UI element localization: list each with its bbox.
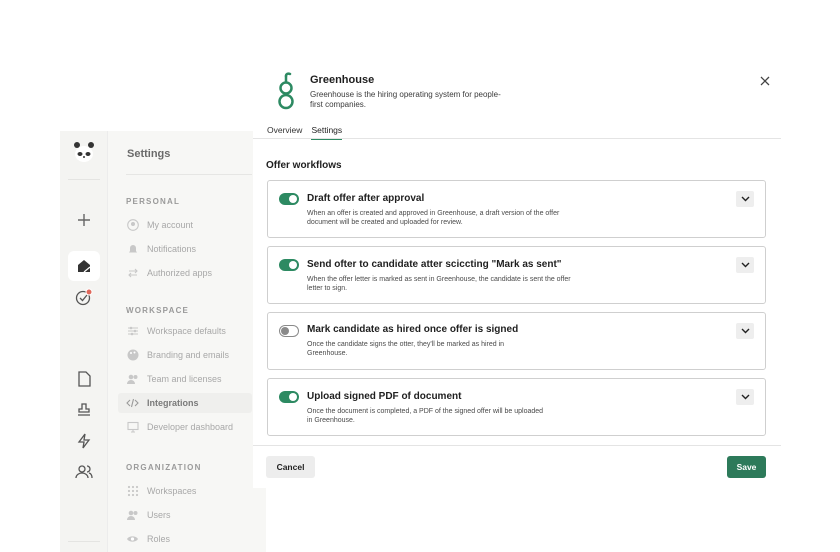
- expand-button[interactable]: [736, 191, 754, 207]
- sidebar-item-label: Team and licenses: [147, 374, 222, 384]
- workflow-card-send-offer: Send ofter to candidate atter sciccting …: [267, 246, 766, 304]
- workflow-title: Mark candidate as hired once offer is si…: [307, 324, 519, 335]
- stamp-icon[interactable]: [74, 400, 94, 420]
- sidebar-item-workspace-defaults[interactable]: Workspace defaults: [126, 321, 252, 341]
- upload-pdf-toggle[interactable]: [279, 391, 299, 403]
- sidebar-item-label: Integrations: [147, 398, 199, 408]
- sidebar-item-label: Authorized apps: [147, 268, 213, 278]
- sidebar-item-integrations[interactable]: Integrations: [118, 393, 252, 413]
- sidebar-item-my-account[interactable]: My account: [126, 215, 252, 235]
- document-icon[interactable]: [74, 369, 94, 389]
- user-circle-icon: [126, 219, 139, 232]
- sidebar-item-team-and-licenses[interactable]: Team and licenses: [126, 369, 252, 389]
- send-offer-toggle[interactable]: [279, 259, 299, 271]
- close-icon: [760, 76, 770, 86]
- workflow-description: Once the candidate signs the otter, they…: [307, 341, 505, 357]
- team-icon[interactable]: [74, 462, 94, 482]
- app-description: Greenhouse is the hiring operating syste…: [310, 90, 501, 109]
- panda-logo-icon[interactable]: [73, 141, 95, 163]
- monitor-icon: [126, 421, 139, 434]
- sidebar-item-developer-dashboard[interactable]: Developer dashboard: [126, 417, 252, 437]
- sidebar-item-label: Notifications: [147, 244, 197, 254]
- expand-button[interactable]: [736, 257, 754, 273]
- integration-modal: Greenhouse Greenhouse is the hiring oper…: [253, 62, 781, 488]
- sidebar-item-label: Workspaces: [147, 486, 197, 496]
- sidebar-item-workspaces[interactable]: Workspaces: [126, 481, 252, 501]
- expand-button[interactable]: [736, 389, 754, 405]
- chevron-down-icon: [741, 196, 749, 202]
- rail-divider: [68, 179, 100, 180]
- workflow-title: Upload signed PDF of document: [307, 391, 462, 402]
- eye-icon: [126, 533, 139, 546]
- sidebar-item-label: Workspace defaults: [147, 326, 226, 336]
- swap-arrows-icon: [126, 267, 139, 280]
- workflow-card-mark-hired: Mark candidate as hired once offer is si…: [267, 312, 766, 370]
- toggle-knob: [289, 195, 297, 203]
- plus-icon[interactable]: [74, 210, 94, 230]
- footer-divider: [253, 445, 781, 446]
- toggle-knob: [281, 326, 289, 335]
- workflow-title: Draft offer after approval: [307, 193, 425, 204]
- sidebar-item-label: My account: [147, 220, 194, 230]
- chevron-down-icon: [741, 328, 749, 334]
- lightning-icon[interactable]: [74, 431, 94, 451]
- offer-workflows-title: Offer workflows: [266, 160, 342, 171]
- cancel-button[interactable]: Cancel: [266, 456, 315, 478]
- sidebar-item-authorized-apps[interactable]: Authorized apps: [126, 263, 252, 283]
- app-name: Greenhouse: [310, 74, 375, 86]
- code-icon: [126, 397, 139, 410]
- toggle-knob: [289, 261, 297, 269]
- settings-title: Settings: [127, 148, 171, 160]
- sidebar-item-roles[interactable]: Roles: [126, 529, 252, 549]
- workflow-card-upload-pdf: Upload signed PDF of document Once the d…: [267, 378, 766, 436]
- users-icon: [126, 509, 139, 522]
- draft-offer-toggle[interactable]: [279, 193, 299, 205]
- chevron-down-icon: [741, 394, 749, 400]
- home-icon[interactable]: [74, 256, 94, 276]
- sidebar-item-notifications[interactable]: Notifications: [126, 239, 252, 259]
- settings-divider: [126, 174, 252, 175]
- section-personal: PERSONAL: [126, 197, 181, 206]
- sidebar-item-branding-and-emails[interactable]: Branding and emails: [126, 345, 252, 365]
- settings-sidebar: Settings PERSONAL My account Notificatio…: [108, 131, 266, 552]
- greenhouse-logo-icon: [275, 72, 297, 110]
- sliders-icon: [126, 325, 139, 338]
- workflow-description: When the offer letter is marked as sent …: [307, 276, 571, 292]
- grid-icon: [126, 485, 139, 498]
- icon-rail: [60, 131, 108, 552]
- save-button[interactable]: Save: [727, 456, 766, 478]
- expand-button[interactable]: [736, 323, 754, 339]
- team-icon: [126, 373, 139, 386]
- rail-divider-bottom: [68, 541, 100, 542]
- chevron-down-icon: [741, 262, 749, 268]
- toggle-knob: [289, 393, 297, 401]
- close-button[interactable]: [757, 73, 773, 89]
- section-workspace: WORKSPACE: [126, 306, 190, 315]
- bell-icon: [126, 243, 139, 256]
- sidebar-item-label: Users: [147, 510, 171, 520]
- sidebar-item-label: Developer dashboard: [147, 422, 234, 432]
- workflow-description: When an offer is created and approved in…: [307, 210, 560, 226]
- sidebar-item-users[interactable]: Users: [126, 505, 252, 525]
- workflow-description: Once the document is completed, a PDF of…: [307, 408, 544, 424]
- sidebar-item-label: Roles: [147, 534, 171, 544]
- sidebar-item-label: Branding and emails: [147, 350, 230, 360]
- section-organization: ORGANIZATION: [126, 463, 202, 472]
- mark-hired-toggle[interactable]: [279, 325, 299, 337]
- check-circle-icon[interactable]: [74, 287, 94, 307]
- workflow-title: Send ofter to candidate atter sciccting …: [307, 259, 562, 270]
- palette-icon: [126, 349, 139, 362]
- workflow-card-draft-offer: Draft offer after approval When an offer…: [267, 180, 766, 238]
- tabs-divider: [253, 138, 781, 139]
